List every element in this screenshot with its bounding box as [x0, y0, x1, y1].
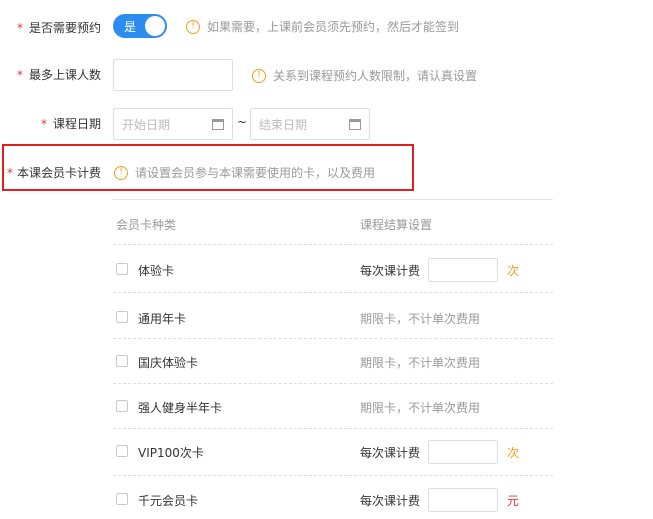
- card-name: 千元会员卡: [138, 494, 199, 508]
- table-divider: [113, 383, 553, 384]
- exclamation-circle-icon: !: [186, 19, 200, 34]
- card-name: 国庆体验卡: [138, 356, 199, 370]
- required-mark: *: [40, 117, 47, 131]
- fee-label: 每次课计费: [360, 494, 421, 508]
- max-people-hint: ! 关系到课程预约人数限制，请认真设置: [252, 67, 477, 84]
- booking-label: * 是否需要预约: [16, 21, 101, 35]
- course-date-label: * 课程日期: [40, 117, 101, 131]
- fee-unit: 元: [507, 494, 520, 508]
- table-header-card-type: 会员卡种类: [116, 218, 177, 232]
- calendar-icon: [212, 118, 224, 130]
- card-name: VIP100次卡: [138, 446, 204, 460]
- checkbox-icon[interactable]: [116, 311, 128, 323]
- fee-label: 每次课计费: [360, 446, 421, 460]
- max-people-input[interactable]: [113, 59, 233, 91]
- calendar-icon: [349, 118, 361, 130]
- table-divider: [113, 292, 553, 293]
- period-card-note: 期限卡，不计单次费用: [360, 401, 481, 415]
- max-people-label: * 最多上课人数: [16, 68, 101, 82]
- fee-label: 每次课计费: [360, 264, 421, 278]
- fee-input[interactable]: [428, 488, 498, 512]
- toggle-knob: [145, 16, 165, 36]
- end-date-placeholder: 结束日期: [259, 117, 308, 132]
- table-divider: [113, 244, 553, 245]
- date-separator: ~: [237, 115, 248, 129]
- required-mark: *: [16, 68, 23, 82]
- required-mark: *: [6, 166, 13, 180]
- table-header-settlement: 课程结算设置: [360, 218, 433, 232]
- exclamation-circle-icon: !: [114, 165, 128, 180]
- checkbox-icon[interactable]: [116, 493, 128, 505]
- period-card-note: 期限卡，不计单次费用: [360, 312, 481, 326]
- start-date-placeholder: 开始日期: [122, 117, 171, 132]
- table-divider: [113, 428, 553, 429]
- card-name: 体验卡: [138, 264, 175, 278]
- start-date-picker[interactable]: 开始日期: [113, 108, 233, 140]
- fee-unit: 次: [507, 446, 520, 460]
- checkbox-icon[interactable]: [116, 263, 128, 275]
- toggle-text: 是: [124, 20, 137, 34]
- card-name: 强人健身半年卡: [138, 401, 223, 415]
- exclamation-circle-icon: !: [252, 68, 266, 83]
- table-divider: [113, 338, 553, 339]
- fee-input[interactable]: [428, 440, 498, 464]
- required-mark: *: [16, 21, 23, 35]
- fee-unit: 次: [507, 264, 520, 278]
- checkbox-icon[interactable]: [116, 445, 128, 457]
- end-date-picker[interactable]: 结束日期: [250, 108, 370, 140]
- booking-hint: ! 如果需要，上课前会员须先预约，然后才能签到: [186, 18, 459, 35]
- fee-input[interactable]: [428, 258, 498, 282]
- card-fee-hint: ! 请设置会员参与本课需要使用的卡，以及费用: [114, 164, 375, 181]
- table-top-border: [113, 199, 553, 200]
- checkbox-icon[interactable]: [116, 400, 128, 412]
- booking-toggle[interactable]: 是: [113, 14, 167, 38]
- checkbox-icon[interactable]: [116, 355, 128, 367]
- period-card-note: 期限卡，不计单次费用: [360, 356, 481, 370]
- card-fee-label: * 本课会员卡计费: [6, 166, 101, 180]
- table-divider: [113, 475, 553, 476]
- card-name: 通用年卡: [138, 312, 187, 326]
